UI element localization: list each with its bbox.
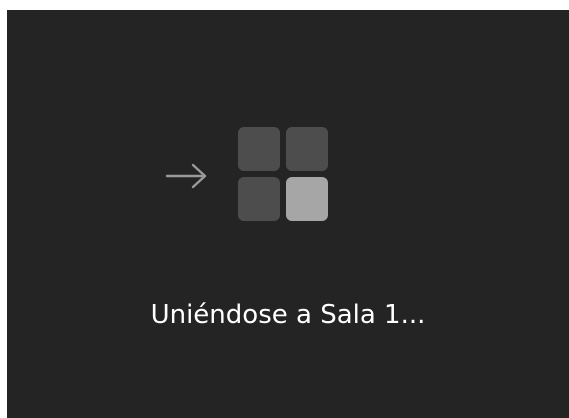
room-tile-top-left bbox=[238, 127, 280, 171]
joining-room-dialog: Uniéndose a Sala 1... bbox=[7, 10, 569, 418]
room-tile-bottom-right-active bbox=[286, 177, 328, 221]
arrow-right-icon bbox=[165, 163, 207, 189]
room-tile-bottom-left bbox=[238, 177, 280, 221]
breakout-rooms-grid-icon bbox=[238, 127, 328, 221]
joining-status-text: Uniéndose a Sala 1... bbox=[150, 300, 426, 330]
room-tile-top-right bbox=[286, 127, 328, 171]
